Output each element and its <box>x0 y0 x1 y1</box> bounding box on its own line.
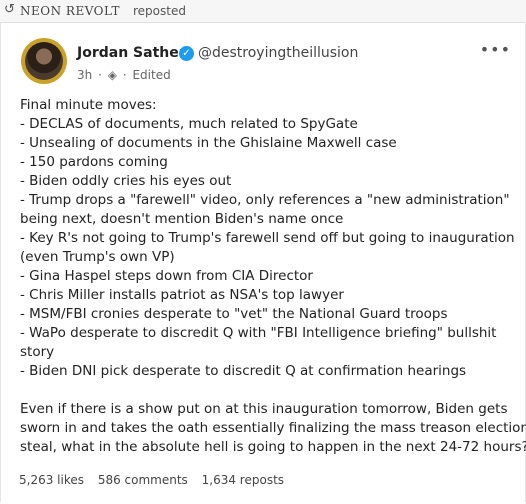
avatar[interactable] <box>21 38 67 84</box>
post-line: steal, what in the absolute hell is goin… <box>20 439 526 455</box>
author-name[interactable]: Jordan Sather <box>77 45 186 61</box>
more-options-icon[interactable]: ••• <box>480 40 511 59</box>
post-body: Final minute moves: - DECLAS of document… <box>20 96 526 457</box>
comments-count[interactable]: 586 comments <box>98 473 188 487</box>
repost-label: reposted <box>133 4 186 18</box>
post-line: being next, doesn't mention Biden's name… <box>20 211 344 227</box>
separator-dot: · <box>98 68 102 82</box>
post-line: - Unsealing of documents in the Ghislain… <box>20 135 397 151</box>
post-line: - Key R's not going to Trump's farewell … <box>20 230 515 246</box>
post-line: (even Trump's own VP) <box>20 249 175 265</box>
edited-label: Edited <box>132 68 171 82</box>
post-card: Jordan Sather ✓ @destroyingtheillusion •… <box>0 22 526 502</box>
author-handle[interactable]: @destroyingtheillusion <box>198 45 358 61</box>
post-line: - Trump drops a "farewell" video, only r… <box>20 192 510 208</box>
post-line: - DECLAS of documents, much related to S… <box>20 116 358 132</box>
post-meta: 3h · ◈ · Edited <box>77 68 173 82</box>
post-line: - MSM/FBI cronies desperate to "vet" the… <box>20 306 448 322</box>
post-line: - Chris Miller installs patriot as NSA's… <box>20 287 344 303</box>
post-line: sworn in and takes the oath essentially … <box>20 420 526 436</box>
post-line: Final minute moves: <box>20 97 157 113</box>
post-time: 3h <box>77 68 93 82</box>
post-line: story <box>20 344 55 360</box>
repost-icon: ↺ <box>4 2 15 17</box>
repost-header: ↺ NEON REVOLT reposted <box>0 0 526 23</box>
post-line: - 150 pardons coming <box>20 154 168 170</box>
separator-dot: · <box>122 68 127 82</box>
reposter-name[interactable]: NEON REVOLT <box>20 4 120 18</box>
post-stats: 5,263 likes 586 comments 1,634 reposts <box>19 473 294 487</box>
avatar-photo <box>25 42 63 80</box>
post-line: - Gina Haspel steps down from CIA Direct… <box>20 268 313 284</box>
post-line: - WaPo desperate to discredit Q with "FB… <box>20 325 497 341</box>
verified-icon: ✓ <box>179 46 194 61</box>
post-line: - Biden DNI pick desperate to discredit … <box>20 363 467 379</box>
reposts-count[interactable]: 1,634 reposts <box>202 473 284 487</box>
post-line: Even if there is a show put on at this i… <box>20 401 508 417</box>
likes-count[interactable]: 5,263 likes <box>19 473 84 487</box>
post-line: - Biden oddly cries his eyes out <box>20 173 232 189</box>
globe-icon: ◈ <box>107 68 117 82</box>
